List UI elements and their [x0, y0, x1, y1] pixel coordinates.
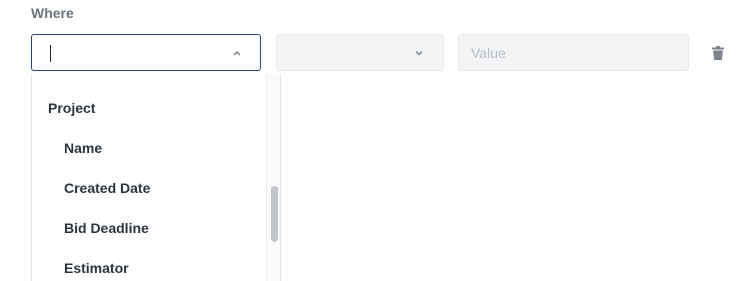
dropdown-option-estimator[interactable]: Estimator: [64, 260, 129, 276]
value-input[interactable]: [458, 34, 689, 71]
chevron-up-icon[interactable]: [232, 48, 242, 58]
dropdown-option-created-date[interactable]: Created Date: [64, 180, 150, 196]
chevron-down-icon[interactable]: [414, 48, 424, 58]
operator-select[interactable]: [276, 34, 444, 71]
trash-icon[interactable]: [711, 45, 725, 61]
dropdown-option-name[interactable]: Name: [64, 140, 102, 156]
field-select[interactable]: [31, 34, 261, 71]
dropdown-option-bid-deadline[interactable]: Bid Deadline: [64, 220, 149, 236]
scrollbar-thumb[interactable]: [271, 186, 278, 242]
field-dropdown-menu: Project Name Created Date Bid Deadline E…: [31, 74, 281, 281]
dropdown-group-label: Project: [48, 100, 96, 116]
where-label: Where: [31, 5, 74, 21]
filter-row-editor: Where Project Name Created Date Bid Dead…: [0, 0, 751, 281]
dropdown-scrollbar[interactable]: [266, 74, 280, 281]
text-cursor: [50, 45, 51, 62]
